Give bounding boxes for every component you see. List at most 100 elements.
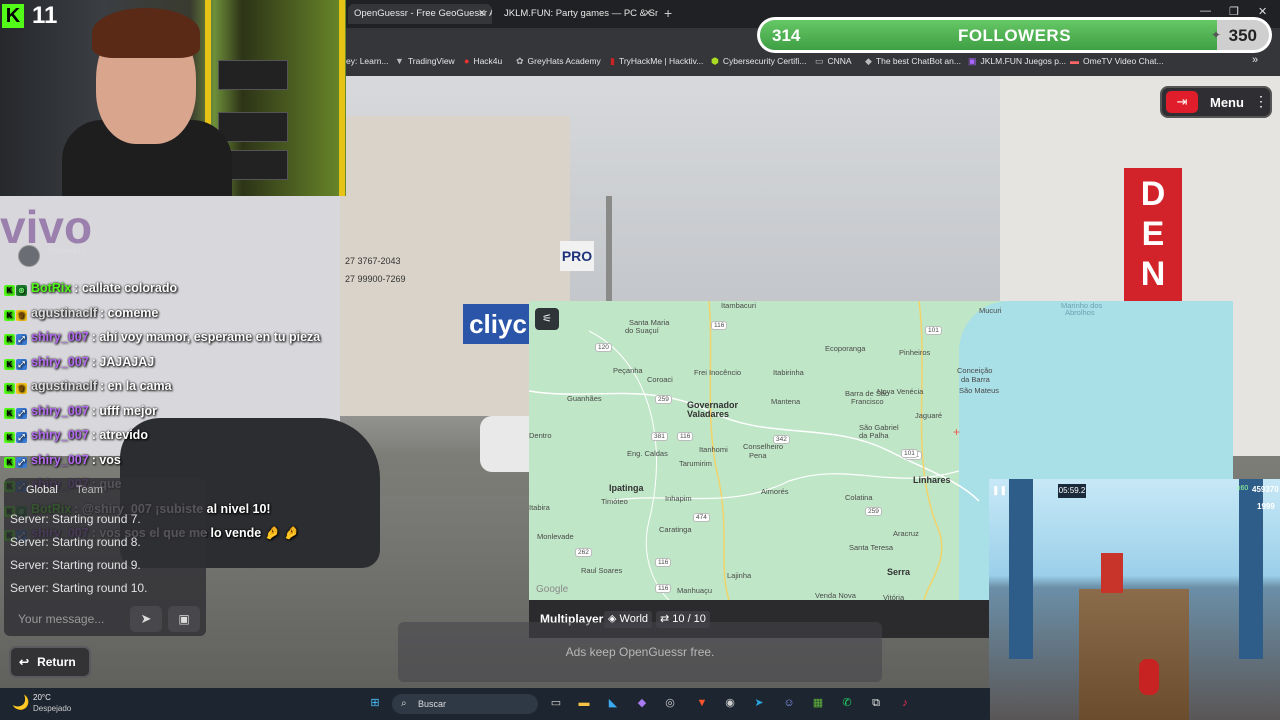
obsidian-icon[interactable]: ◆ xyxy=(634,695,650,711)
chat-username[interactable]: shiry_007 xyxy=(31,453,89,467)
return-button[interactable]: ↩ Return xyxy=(9,646,91,678)
subway-surfers-overlay xyxy=(989,479,1280,720)
avatar-name: Carrytoquiry xyxy=(48,248,87,255)
map-place-label: Caratinga xyxy=(659,525,692,534)
map-place-label: São Mateus xyxy=(959,386,1000,395)
chat-message: K ♛ agustinaclf: comeme xyxy=(4,306,158,328)
capcut-icon[interactable]: ⧉ xyxy=(868,695,884,711)
close-icon[interactable]: ✕ xyxy=(478,4,486,24)
map-place-label: Conceição xyxy=(957,366,993,375)
road-shield: 116 xyxy=(677,432,694,441)
chat-message: K ⤢ shiry_007: atrevido xyxy=(4,428,148,450)
map-place-label: Peçanha xyxy=(613,366,643,375)
kick-badge-icon: K xyxy=(4,383,15,394)
taskbar-search[interactable]: ⌕ Buscar xyxy=(392,694,538,714)
map-settings-icon[interactable]: ⚟ xyxy=(535,308,559,330)
tiktok-icon[interactable]: ♪ xyxy=(897,695,913,711)
ometv-icon: ▬ xyxy=(1070,56,1079,66)
map-place-label: Serra xyxy=(887,567,911,577)
game-timer: 05:59.2 xyxy=(1058,484,1086,498)
menu-button[interactable]: ⇥ Menu ⋮ xyxy=(1160,86,1272,118)
folder-icon: ▭ xyxy=(815,56,824,66)
train xyxy=(1101,553,1123,593)
tab-label: JKLM.FUN: Party games — PC & Sma xyxy=(504,8,658,19)
road-shield: 259 xyxy=(655,395,672,404)
crosshair-icon: + xyxy=(953,425,961,439)
bookmark-item[interactable]: ● Hack4u xyxy=(464,56,502,66)
crown-badge-icon: ♛ xyxy=(16,383,27,394)
tradingview-icon: ▼ xyxy=(395,56,404,66)
chrome-icon[interactable]: ◉ xyxy=(722,695,738,711)
map-place-label: Pena xyxy=(749,451,767,460)
new-tab-icon[interactable]: + xyxy=(664,5,672,21)
chat-username[interactable]: BotRix xyxy=(31,281,71,295)
minimize-icon[interactable]: — xyxy=(1200,5,1211,17)
chat-username[interactable]: agustinaclf xyxy=(31,379,97,393)
exit-icon[interactable]: ⇥ xyxy=(1166,91,1198,113)
bookmark-item[interactable]: ▣ JKLM.FUN Juegos p... xyxy=(968,56,1066,67)
map-place-label: Abrolhos xyxy=(1065,308,1095,317)
mod-badge-icon: ⊛ xyxy=(16,285,27,296)
bookmark-item[interactable]: ⬢ Cybersecurity Certifi... xyxy=(711,56,806,67)
road-shield: 262 xyxy=(575,548,592,557)
server-message: Server: Starting round 8. xyxy=(10,535,141,549)
map-place-label: Frei Inocêncio xyxy=(694,368,742,377)
server-message: Server: Starting round 9. xyxy=(10,558,141,572)
task-view-icon[interactable]: ▭ xyxy=(548,695,564,711)
send-icon[interactable]: ➤ xyxy=(130,606,162,632)
bookmark-item[interactable]: ▬ OmeTV Video Chat... xyxy=(1070,56,1164,66)
map-place-label: Venda Nova xyxy=(815,591,856,600)
map-place-label: Francisco xyxy=(851,397,884,406)
kick-badge-icon: K xyxy=(4,407,15,419)
road-shield: 101 xyxy=(925,326,942,335)
tab-label: OpenGuessr - Free GeoGuessr A xyxy=(354,8,492,19)
tab-openguessr[interactable]: OpenGuessr - Free GeoGuessr A ✕ xyxy=(348,4,492,24)
pause-icon[interactable]: ❚❚ xyxy=(992,485,1007,496)
brave-icon[interactable]: ▼ xyxy=(694,695,710,711)
vs-code-icon[interactable]: ◣ xyxy=(605,695,621,711)
map-place-label: Dentro xyxy=(529,431,552,440)
sub-badge-icon: ⤢ xyxy=(16,334,27,345)
tab-global[interactable]: Global xyxy=(26,484,58,496)
close-window-icon[interactable]: ✕ xyxy=(1258,5,1267,18)
map-place-label: Mantena xyxy=(771,397,801,406)
map-place-label: Mucuri xyxy=(979,306,1002,315)
tab-jklm[interactable]: JKLM.FUN: Party games — PC & Sma ✕ xyxy=(498,4,658,24)
chat-text: : comeme xyxy=(100,305,159,320)
chat-username[interactable]: shiry_007 xyxy=(31,355,89,369)
map-place-label: Lajinha xyxy=(727,571,752,580)
file-explorer-icon[interactable]: ▬ xyxy=(576,695,592,711)
bookmark-item[interactable]: ey: Learn... xyxy=(346,56,389,66)
chat-message: K ⤢ shiry_007: vos xyxy=(4,453,121,475)
more-bookmarks-icon[interactable]: » xyxy=(1252,54,1258,66)
chat-username[interactable]: shiry_007 xyxy=(31,330,89,344)
discord-icon[interactable]: ☺ xyxy=(781,695,797,711)
bookmark-item[interactable]: ▮ TryHackMe | Hacktiv... xyxy=(610,56,703,67)
crown-badge-icon: ♛ xyxy=(16,309,27,321)
store-sign: cliyc xyxy=(463,304,533,344)
road-shield: 116 xyxy=(655,584,672,593)
star-icon: ✦ xyxy=(1210,28,1221,42)
chat-text: : vos xyxy=(91,452,121,467)
bookmark-item[interactable]: ◆ The best ChatBot an... xyxy=(865,56,961,67)
coin-count: 1999 xyxy=(1257,502,1275,511)
map-place-label: Timóteo xyxy=(601,497,628,506)
telegram-icon[interactable]: ➤ xyxy=(751,695,767,711)
tab-team[interactable]: Team xyxy=(76,484,103,496)
whatsapp-icon[interactable]: ✆ xyxy=(839,695,855,711)
hack4u-icon: ● xyxy=(464,56,470,66)
steam-icon[interactable]: ◎ xyxy=(662,695,678,711)
weather-description: Despejado xyxy=(33,704,72,713)
close-icon[interactable]: ✕ xyxy=(644,4,652,24)
chat-username[interactable]: shiry_007 xyxy=(31,428,89,442)
minecraft-icon[interactable]: ▦ xyxy=(810,695,826,711)
chat-username[interactable]: shiry_007 xyxy=(31,404,89,418)
bookmark-item[interactable]: ✿ GreyHats Academy xyxy=(516,56,601,67)
bookmark-item[interactable]: ▼ TradingView xyxy=(395,56,455,66)
windows-start-icon[interactable]: ⊞ xyxy=(367,695,383,711)
bookmark-item[interactable]: ▭ CNNA xyxy=(815,56,852,67)
chat-message-input[interactable]: Your message... xyxy=(8,606,124,632)
map-place-label: Aimorés xyxy=(761,487,789,496)
chat-options-icon[interactable]: ▣ xyxy=(168,606,200,632)
chat-username[interactable]: agustinaclf xyxy=(31,306,97,320)
